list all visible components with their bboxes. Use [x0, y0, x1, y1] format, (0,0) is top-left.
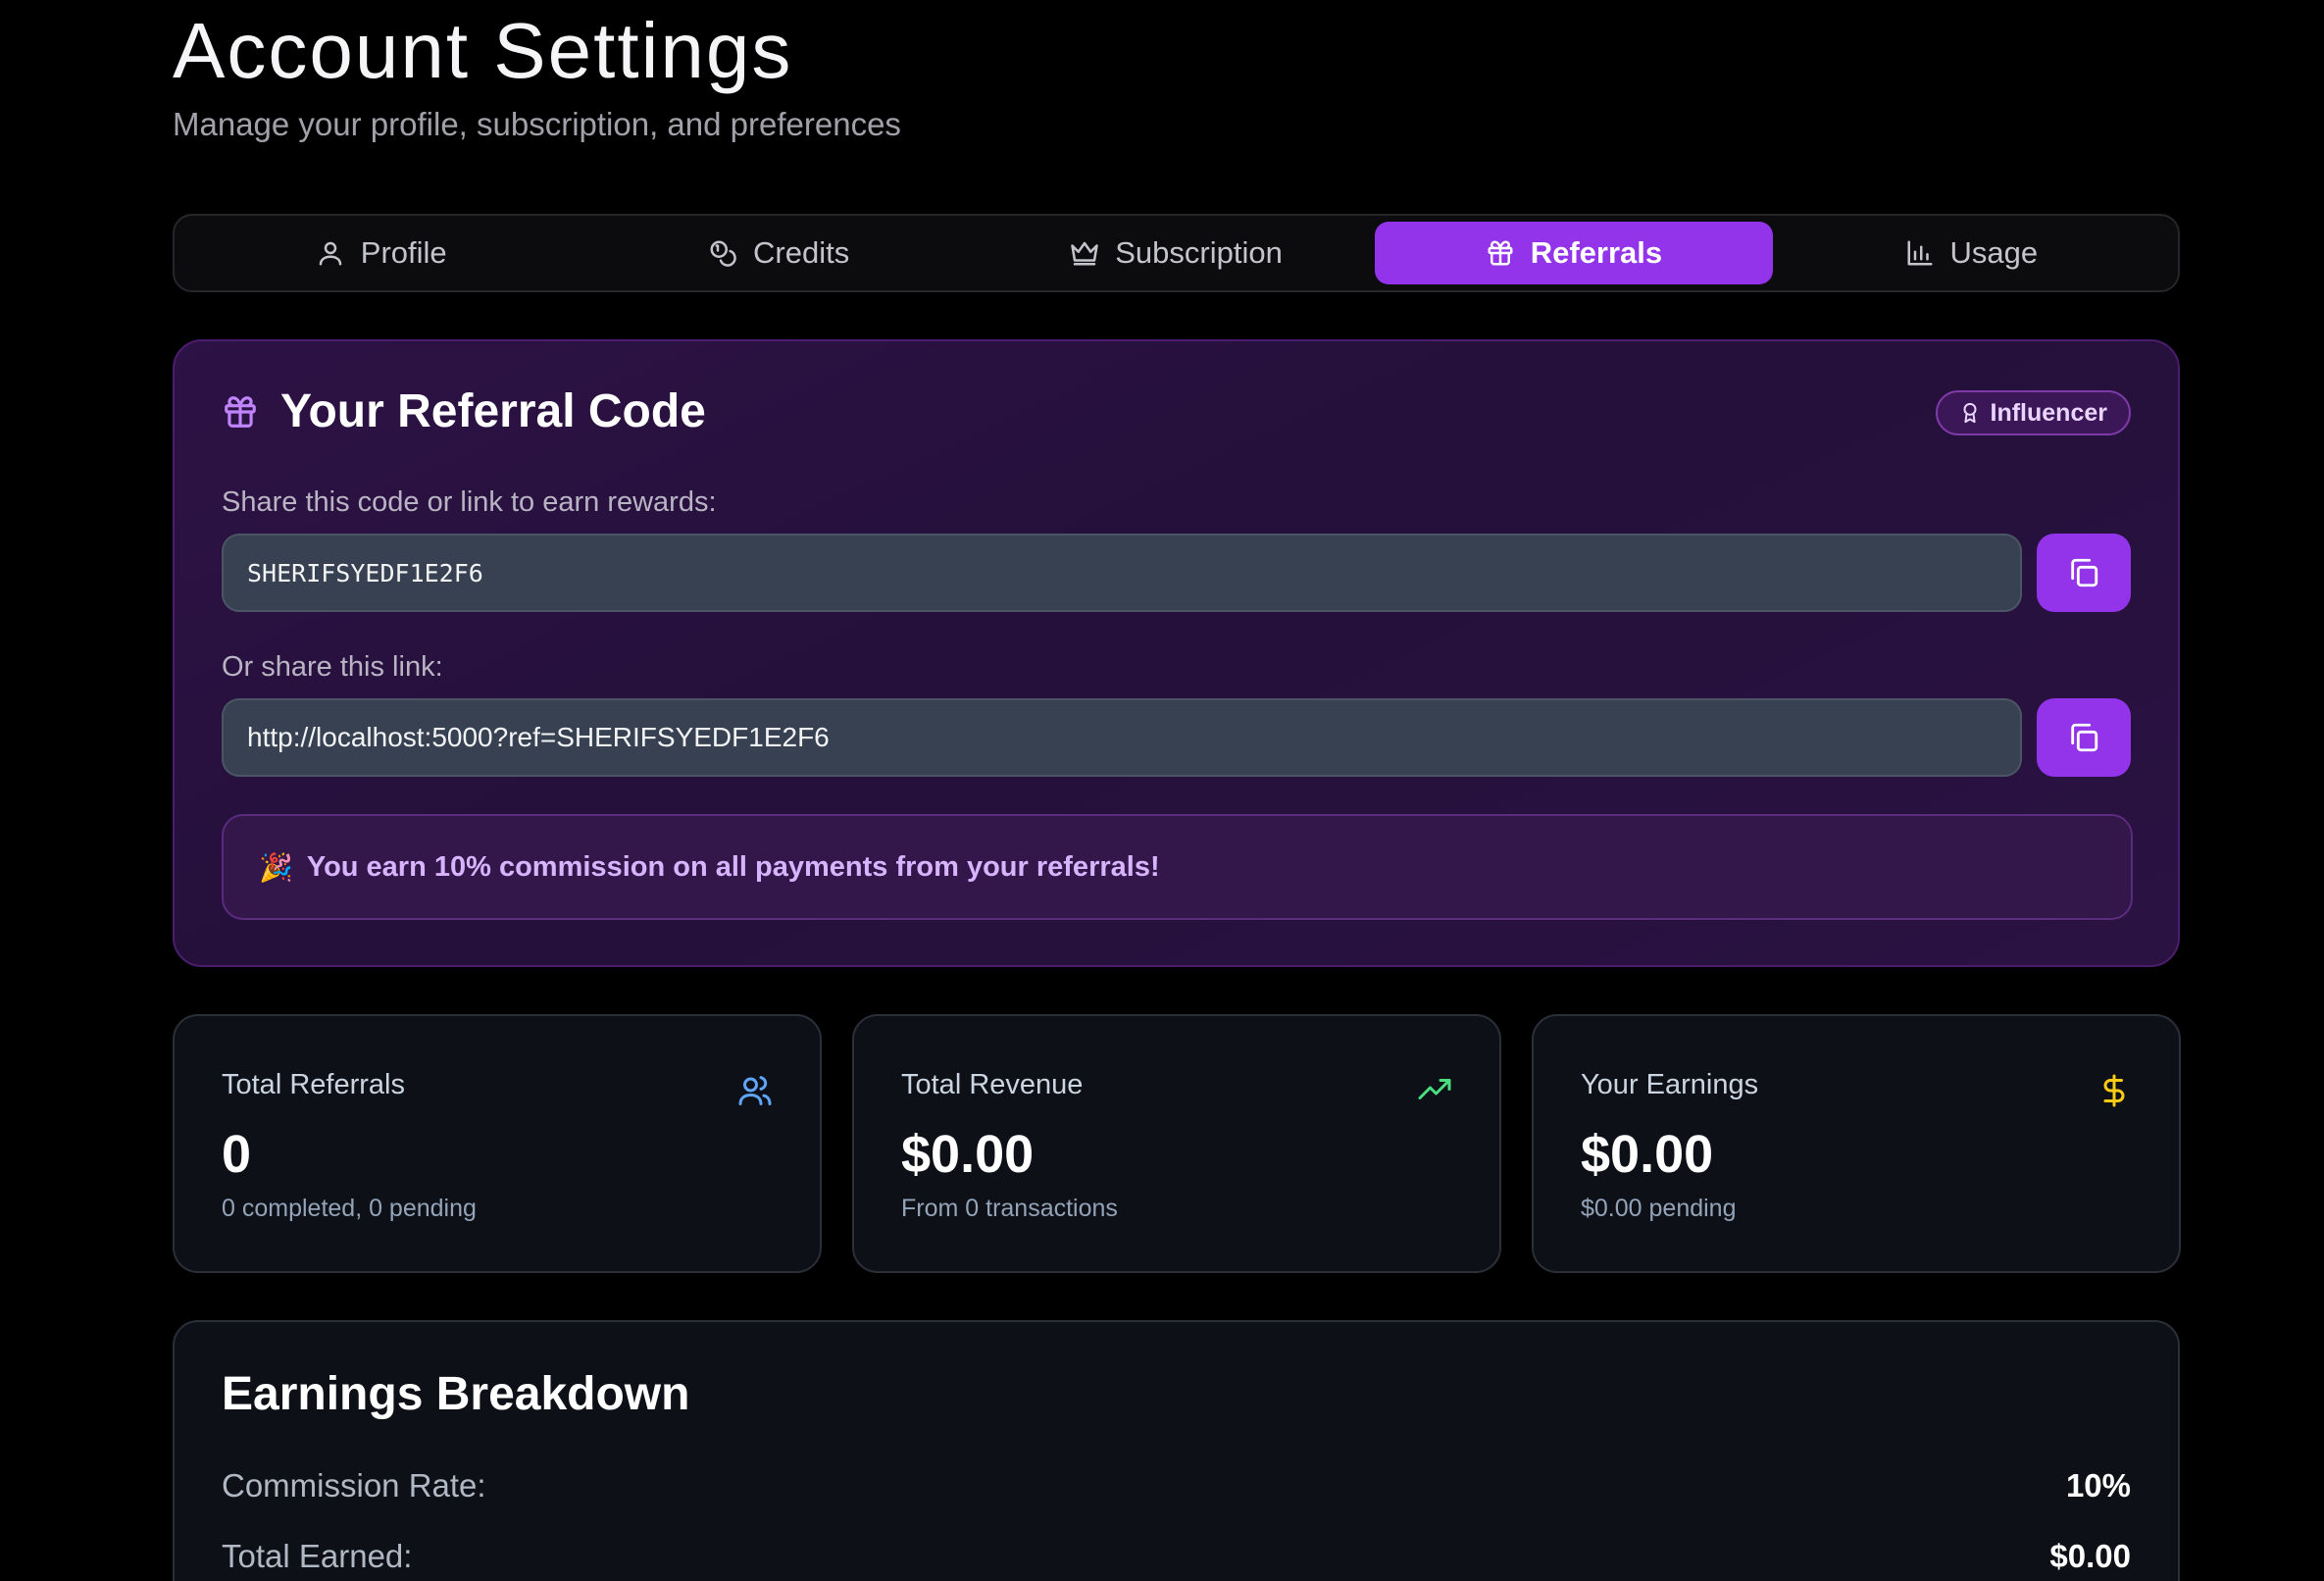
tab-credits[interactable]: Credits — [580, 222, 977, 284]
referral-code-label: Share this code or link to earn rewards: — [222, 486, 717, 518]
crown-icon — [1071, 241, 1098, 266]
copy-icon — [2071, 558, 2098, 587]
page-subtitle: Manage your profile, subscription, and p… — [173, 106, 901, 142]
stat-value: 0 — [222, 1125, 252, 1184]
earnings-row-label: Total Earned: — [222, 1538, 413, 1574]
tab-label: Subscription — [1115, 235, 1283, 270]
tab-subscription[interactable]: Subscription — [978, 222, 1375, 284]
earnings-row-label: Commission Rate: — [222, 1467, 486, 1504]
stat-subtext: From 0 transactions — [901, 1195, 1118, 1222]
gift-icon — [225, 395, 256, 428]
earnings-row-value: $0.00 — [2049, 1538, 2131, 1574]
referral-link-field[interactable]: http://localhost:5000?ref=SHERIFSYEDF1E2… — [222, 698, 2022, 777]
page-title: Account Settings — [173, 7, 793, 94]
earnings-row-commission-rate: Commission Rate: 10% — [222, 1467, 2131, 1504]
stat-value: $0.00 — [1581, 1125, 1714, 1184]
stat-label: Total Referrals — [222, 1069, 405, 1100]
referral-card-header: Your Referral Code — [222, 384, 706, 438]
user-icon — [319, 241, 342, 266]
copy-code-button[interactable] — [2037, 534, 2131, 612]
referral-code-field[interactable]: SHERIFSYEDF1E2F6 — [222, 534, 2022, 612]
tab-usage[interactable]: Usage — [1773, 222, 2170, 284]
users-icon — [737, 1073, 773, 1108]
earnings-breakdown-card: Earnings Breakdown Commission Rate: 10% … — [173, 1320, 2180, 1581]
stat-card-your-earnings: Your Earnings $0.00 $0.00 pending — [1532, 1014, 2181, 1273]
tier-badge: Influencer — [1935, 390, 2131, 435]
tab-referrals[interactable]: Referrals — [1375, 222, 1773, 284]
account-settings-page: Account Settings Manage your profile, su… — [0, 0, 2324, 1581]
referral-card-title: Your Referral Code — [280, 385, 706, 437]
stat-subtext: 0 completed, 0 pending — [222, 1195, 477, 1222]
tier-badge-label: Influencer — [1990, 398, 2107, 427]
gift-icon — [1488, 240, 1513, 266]
tab-label: Profile — [360, 235, 447, 270]
earnings-row-total-earned: Total Earned: $0.00 — [222, 1538, 2131, 1575]
tab-label: Usage — [1949, 235, 2039, 270]
tab-label: Credits — [753, 235, 850, 270]
copy-icon — [2071, 723, 2098, 752]
referral-link-label: Or share this link: — [222, 651, 443, 683]
bar-chart-icon — [1907, 240, 1933, 266]
stat-subtext: $0.00 pending — [1581, 1195, 1737, 1222]
commission-text: You earn 10% commission on all payments … — [306, 850, 1160, 883]
commission-notice: 🎉 You earn 10% commission on all payment… — [222, 814, 2133, 920]
stat-label: Total Revenue — [901, 1069, 1084, 1100]
stat-card-total-referrals: Total Referrals 0 0 completed, 0 pending — [173, 1014, 822, 1273]
stat-card-total-revenue: Total Revenue $0.00 From 0 transactions — [852, 1014, 1501, 1273]
copy-link-button[interactable] — [2037, 698, 2131, 777]
dollar-icon — [2097, 1073, 2132, 1108]
stat-value: $0.00 — [901, 1125, 1035, 1184]
award-icon — [1963, 402, 1977, 424]
tab-profile[interactable]: Profile — [182, 222, 580, 284]
tab-label: Referrals — [1530, 235, 1663, 270]
earnings-row-value: 10% — [2065, 1467, 2131, 1504]
stat-label: Your Earnings — [1581, 1069, 1759, 1100]
earnings-breakdown-title: Earnings Breakdown — [222, 1368, 690, 1420]
party-icon: 🎉 — [259, 851, 293, 883]
trending-up-icon — [1417, 1073, 1452, 1108]
settings-tabs: Profile Credits Subscription Referrals U… — [173, 214, 2180, 292]
referral-code-card: Your Referral Code Influencer Share this… — [173, 339, 2180, 967]
coins-icon — [710, 240, 736, 267]
